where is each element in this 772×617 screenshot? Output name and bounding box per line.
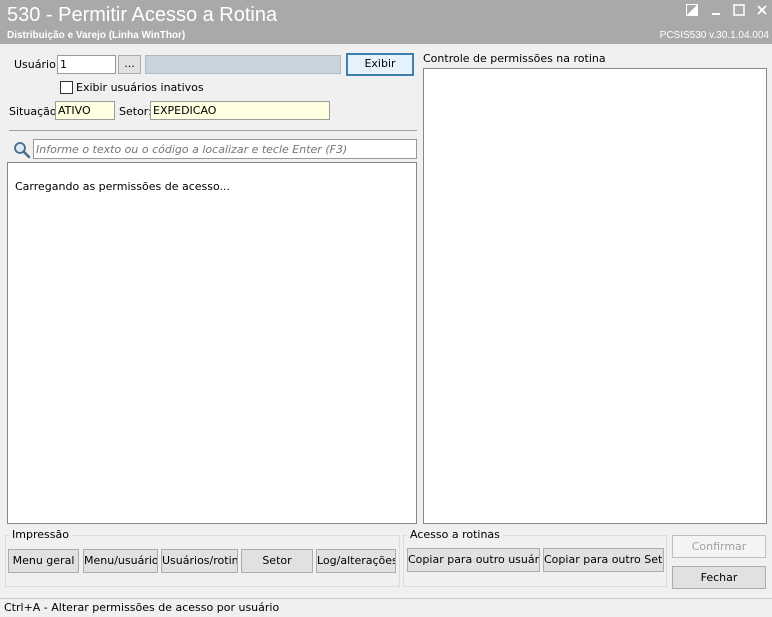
situacao-label: Situação: [9, 105, 61, 118]
search-icon [13, 141, 31, 159]
usuarios-rotina-button[interactable]: Usuários/rotina [161, 549, 238, 573]
permissions-title: Controle de permissões na rotina [423, 52, 606, 65]
setor-label: Setor: [119, 105, 152, 118]
setor-field: EXPEDICAO [150, 101, 330, 120]
setor-button[interactable]: Setor [241, 549, 313, 573]
copy-setor-button[interactable]: Copiar para outro Setor [543, 548, 664, 572]
version-label: PCSIS530 v.30.1.04.004 [659, 30, 769, 41]
loading-text: Carregando as permissões de acesso... [15, 180, 230, 193]
copy-user-button[interactable]: Copiar para outro usuário [407, 548, 540, 572]
inativos-label: Exibir usuários inativos [76, 81, 204, 94]
window-subtitle: Distribuição e Varejo (Linha WinThor) [7, 30, 186, 41]
situacao-field: ATIVO [55, 101, 115, 120]
minimize-icon[interactable] [706, 4, 726, 22]
acesso-title: Acesso a rotinas [407, 528, 503, 541]
confirmar-button[interactable]: Confirmar [672, 535, 766, 558]
inativos-checkbox[interactable] [60, 81, 73, 94]
log-alteracoes-button[interactable]: Log/alterações [316, 549, 396, 573]
usuario-label: Usuário: [14, 58, 60, 71]
exibir-button[interactable]: Exibir [346, 53, 414, 76]
window-title: 530 - Permitir Acesso a Rotina [7, 4, 278, 26]
search-input[interactable] [33, 139, 417, 159]
separator [9, 130, 417, 131]
permissions-tree-panel[interactable] [7, 162, 417, 524]
impressao-title: Impressão [9, 528, 72, 541]
fechar-button[interactable]: Fechar [672, 566, 766, 589]
usuario-code-input[interactable]: 1 [57, 55, 116, 74]
menu-usuario-button[interactable]: Menu/usuário [83, 549, 158, 573]
restore-icon[interactable] [682, 4, 702, 22]
permissions-control-panel[interactable] [423, 68, 767, 524]
usuario-name-field [145, 55, 341, 74]
lookup-button[interactable]: ... [118, 55, 141, 74]
maximize-icon[interactable] [729, 4, 749, 22]
status-text: Ctrl+A - Alterar permissões de acesso po… [4, 601, 280, 614]
close-icon[interactable] [752, 4, 772, 22]
menu-geral-button[interactable]: Menu geral [8, 549, 79, 573]
